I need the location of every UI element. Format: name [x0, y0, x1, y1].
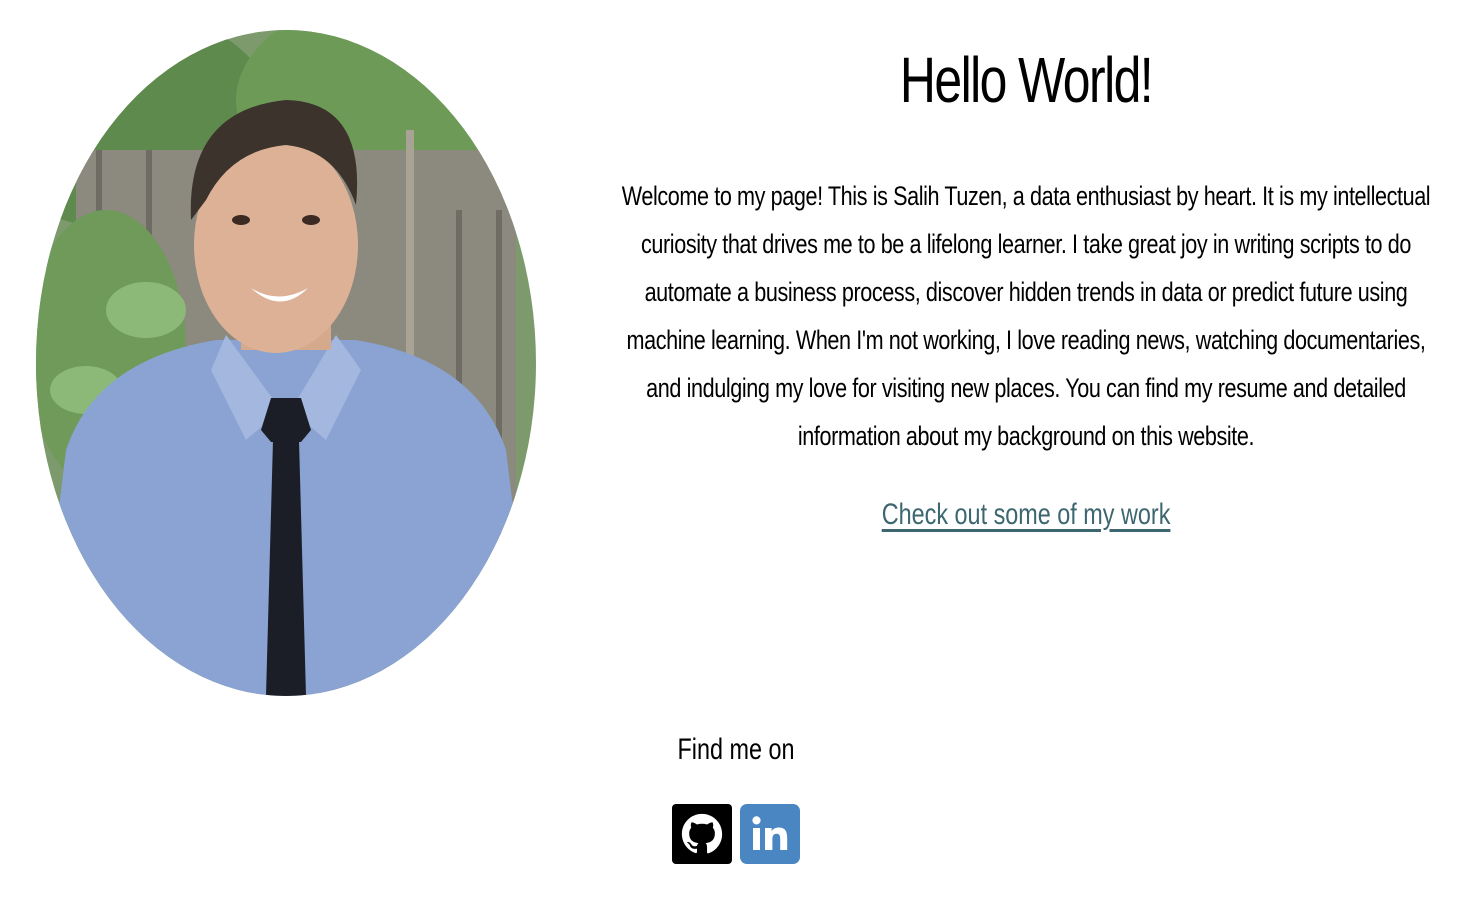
check-out-work-link[interactable]: Check out some of my work [882, 498, 1171, 532]
linkedin-link[interactable] [740, 804, 800, 864]
linkedin-icon [752, 816, 788, 850]
intro-section: Hello World! Welcome to my page! This is… [610, 30, 1442, 532]
bio-text: Welcome to my page! This is Salih Tuzen,… [621, 181, 1431, 451]
github-link[interactable] [672, 804, 732, 864]
bio-paragraph: Welcome to my page! This is Salih Tuzen,… [610, 172, 1442, 460]
find-me-label: Find me on [677, 733, 795, 766]
page-title: Hello World! [899, 44, 1154, 116]
social-links [672, 804, 800, 864]
profile-photo [36, 30, 536, 696]
find-me-heading: Find me on [636, 730, 836, 770]
github-icon [681, 813, 723, 854]
